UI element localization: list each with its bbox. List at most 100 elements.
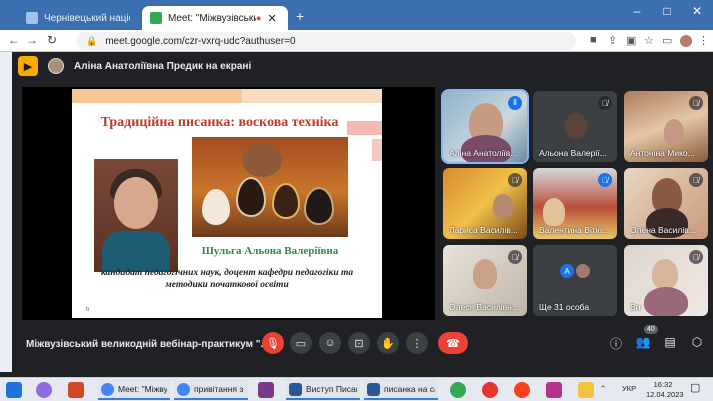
shared-screen[interactable]: Традиційна писанка: воскова техніка Шуль… bbox=[22, 87, 435, 320]
presentation-icon[interactable]: ▶ bbox=[18, 56, 38, 76]
slide-decor-block bbox=[372, 139, 382, 161]
end-call-icon: ☎ bbox=[446, 337, 460, 350]
chrome-icon[interactable] bbox=[450, 382, 466, 398]
clock[interactable]: 16:32 12.04.2023 bbox=[646, 380, 684, 400]
participant-name: Олеся Василівн... bbox=[449, 302, 519, 312]
participant-tile[interactable]: 🎙̸ Альона Валерії... bbox=[533, 91, 617, 162]
chrome-icon bbox=[101, 382, 114, 396]
close-window-button[interactable]: ✕ bbox=[682, 0, 712, 22]
close-tab-icon[interactable]: ✕ bbox=[267, 12, 276, 25]
participant-tile[interactable]: ⦀ Аліна Анатоліїв... bbox=[441, 89, 529, 164]
camera-icon[interactable]: ■ bbox=[590, 34, 597, 46]
taskbar-app-meet[interactable]: Meet: "Міжвуз... bbox=[98, 380, 170, 400]
reactions-button[interactable]: ☺ bbox=[319, 332, 341, 354]
back-arrow-icon[interactable]: ← bbox=[6, 33, 22, 47]
tab-meet[interactable]: Meet: "Міжвузівський вели ● ✕ bbox=[142, 6, 288, 30]
reload-icon[interactable]: ↻ bbox=[44, 33, 60, 47]
present-button[interactable]: ⊡ bbox=[348, 332, 370, 354]
participant-tile[interactable]: 🎙̸ Лариса Василів... bbox=[443, 168, 527, 239]
browser-tab-bar: Чернівецький національний ун Meet: "Міжв… bbox=[0, 0, 713, 30]
more-options-button[interactable]: ⋮ bbox=[406, 332, 428, 354]
participant-tile[interactable]: 🎙̸ Олена Василів... bbox=[624, 168, 708, 239]
notifications-icon[interactable]: ▢ bbox=[690, 383, 700, 394]
more-avatars: A bbox=[559, 263, 591, 279]
slide-footer: b bbox=[86, 307, 90, 313]
participant-tile[interactable]: 🎙̸ Олеся Василівн... bbox=[443, 245, 527, 316]
language-indicator[interactable]: УКР bbox=[622, 384, 636, 394]
profile-avatar[interactable] bbox=[680, 35, 692, 47]
panel-icon[interactable]: ▭ bbox=[662, 34, 672, 47]
star-icon[interactable]: ☆ bbox=[644, 34, 654, 47]
speaking-indicator-icon: ⦀ bbox=[508, 96, 522, 110]
taskbar-app-word-pysanka[interactable]: писанка на сай... bbox=[364, 380, 438, 400]
slide-title: Традиційна писанка: воскова техніка bbox=[100, 115, 339, 130]
desktop-edge bbox=[0, 52, 12, 372]
participant-name: Валентина Вітю... bbox=[539, 225, 610, 235]
self-view-tile[interactable]: 🎙̸ Ви bbox=[624, 245, 708, 316]
activities-icon[interactable]: ⬡ bbox=[688, 335, 706, 349]
extension-icon[interactable]: ▣ bbox=[626, 34, 636, 47]
avatar: A bbox=[559, 263, 575, 279]
windows-start-icon[interactable] bbox=[6, 382, 22, 398]
tab-university[interactable]: Чернівецький національний ун bbox=[18, 6, 138, 30]
avatar bbox=[575, 263, 591, 279]
powerpoint-icon[interactable] bbox=[68, 382, 84, 398]
pdf-reader-icon[interactable] bbox=[546, 382, 562, 398]
participant-tile[interactable]: 🎙̸ Антоніна Мико... bbox=[624, 91, 708, 162]
taskbar-app-word-speech[interactable]: Виступ Писанк... bbox=[286, 380, 360, 400]
slide-decor-band bbox=[72, 89, 242, 103]
share-icon[interactable]: ⇪ bbox=[608, 34, 617, 47]
file-explorer-icon[interactable] bbox=[578, 382, 594, 398]
camera-toggle-button[interactable]: ▭ bbox=[290, 332, 312, 354]
participant-name: Альона Валерії... bbox=[539, 148, 607, 158]
url-field[interactable]: 🔒 meet.google.com/czr-vxrq-udc?authuser=… bbox=[76, 32, 576, 50]
forward-arrow-icon[interactable]: → bbox=[24, 33, 40, 47]
participant-name: Ще 31 особа bbox=[539, 302, 590, 312]
search-assistant-icon[interactable] bbox=[36, 382, 52, 398]
participant-name: Лариса Василів... bbox=[449, 225, 518, 235]
leave-call-button[interactable]: ☎ bbox=[438, 332, 468, 354]
yandex-icon[interactable] bbox=[514, 382, 530, 398]
mic-off-icon: 🎙̸ bbox=[508, 250, 522, 264]
people-icon[interactable]: 👥 bbox=[634, 335, 652, 349]
present-screen-icon: ⊡ bbox=[354, 337, 364, 350]
opera-icon[interactable] bbox=[482, 382, 498, 398]
mic-off-icon: 🎙̸ bbox=[689, 250, 703, 264]
mic-off-icon: 🎙 bbox=[266, 337, 280, 350]
people-count-badge: 40 bbox=[644, 325, 658, 334]
hand-icon: ✋ bbox=[381, 337, 395, 350]
raise-hand-button[interactable]: ✋ bbox=[377, 332, 399, 354]
mic-off-icon: 🎙̸ bbox=[508, 173, 522, 187]
slide-decor-band bbox=[242, 89, 382, 103]
taskbar-app-label: привітання з п... bbox=[194, 384, 245, 394]
tray-arrow-icon[interactable]: ⌃ bbox=[600, 384, 606, 394]
more-participants-tile[interactable]: A Ще 31 особа bbox=[533, 245, 617, 316]
url-text: meet.google.com/czr-vxrq-udc?authuser=0 bbox=[105, 35, 296, 47]
participant-name: Ви bbox=[630, 302, 641, 312]
participant-name: Аліна Анатоліїв... bbox=[449, 148, 518, 158]
taskbar-app-greeting[interactable]: привітання з п... bbox=[174, 380, 248, 400]
maximize-button[interactable]: □ bbox=[652, 0, 682, 22]
clock-time: 16:32 bbox=[653, 380, 673, 389]
participant-name: Антоніна Мико... bbox=[630, 148, 695, 158]
slide-speaker-description: кандидат педагогічних наук, доцент кафед… bbox=[100, 268, 354, 290]
participant-tile[interactable]: 🎙̸ Валентина Вітю... bbox=[533, 168, 617, 239]
clock-date: 12.04.2023 bbox=[646, 390, 684, 399]
mic-off-icon: 🎙̸ bbox=[689, 173, 703, 187]
archiver-icon[interactable] bbox=[258, 382, 274, 398]
meet-favicon-icon bbox=[150, 12, 162, 24]
address-bar: ← → ↻ 🔒 meet.google.com/czr-vxrq-udc?aut… bbox=[0, 30, 713, 52]
participant-name: Олена Василів... bbox=[630, 225, 696, 235]
mic-toggle-button[interactable]: 🎙 bbox=[262, 332, 284, 354]
chat-icon[interactable]: ▤ bbox=[661, 335, 679, 349]
minimize-button[interactable]: – bbox=[622, 0, 652, 22]
taskbar-app-label: Meet: "Міжвуз... bbox=[118, 384, 167, 394]
chrome-icon bbox=[177, 382, 190, 396]
meeting-info-icon[interactable]: ⓘ bbox=[607, 335, 625, 352]
new-tab-button[interactable]: + bbox=[288, 4, 312, 28]
windows-taskbar: Meet: "Міжвуз... привітання з п... Висту… bbox=[0, 377, 713, 401]
screen: Чернівецький національний ун Meet: "Міжв… bbox=[0, 0, 713, 401]
menu-dots-icon[interactable]: ⋮ bbox=[698, 34, 709, 47]
camera-icon: ▭ bbox=[295, 337, 307, 350]
presenter-banner: ▶ Аліна Анатоліївна Предик на екрані bbox=[18, 56, 251, 76]
